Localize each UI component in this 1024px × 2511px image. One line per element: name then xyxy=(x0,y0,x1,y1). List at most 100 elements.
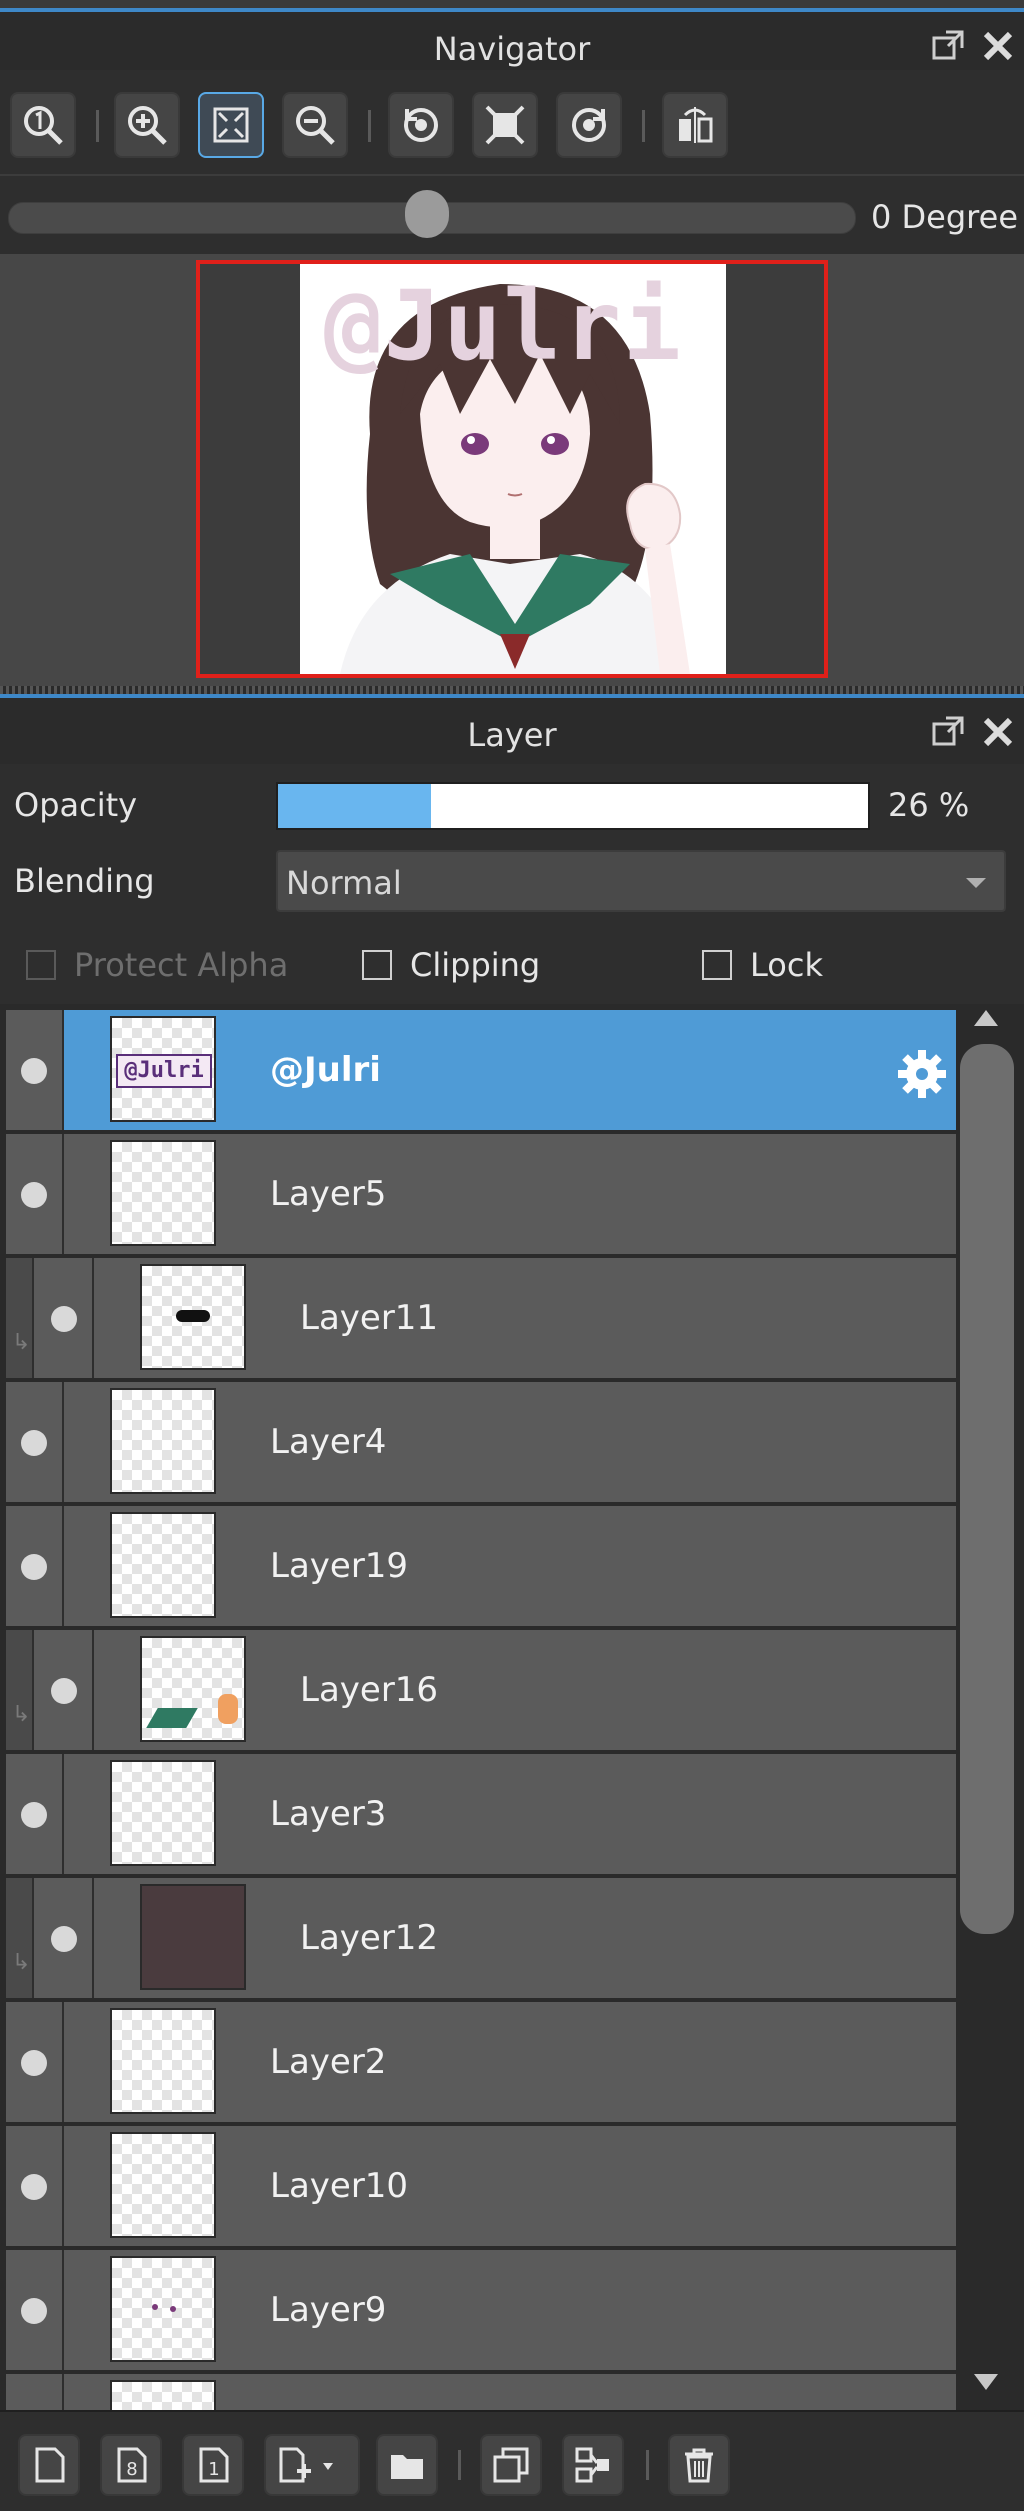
new-8bit-layer-button[interactable]: 8 xyxy=(100,2434,162,2496)
eye-icon xyxy=(51,1926,77,1952)
scroll-up-icon[interactable] xyxy=(974,1010,998,1026)
visibility-toggle[interactable] xyxy=(6,1382,64,1502)
opacity-slider[interactable] xyxy=(276,782,870,830)
scrollbar-thumb[interactable] xyxy=(960,1044,1014,1934)
toolbar-separator xyxy=(96,110,99,142)
lock-label: Lock xyxy=(750,946,823,984)
layer-row[interactable]: @Julri @Julri xyxy=(6,1010,956,1132)
layer-name: Layer16 xyxy=(300,1670,439,1710)
visibility-toggle[interactable] xyxy=(6,2374,64,2410)
blending-select[interactable]: Normal xyxy=(276,850,1006,912)
layer-row[interactable] xyxy=(6,2374,956,2410)
clip-arrow-icon: ↳ xyxy=(12,1950,31,1975)
delete-layer-button[interactable] xyxy=(668,2434,730,2496)
fit-screen-button[interactable] xyxy=(472,92,538,158)
visibility-toggle[interactable] xyxy=(6,2002,64,2122)
visibility-toggle[interactable] xyxy=(6,2250,64,2370)
visibility-toggle[interactable] xyxy=(6,1134,64,1254)
rotate-left-button[interactable] xyxy=(388,92,454,158)
duplicate-layer-button[interactable] xyxy=(480,2434,542,2496)
new-folder-button[interactable] xyxy=(376,2434,438,2496)
layer-name: Layer5 xyxy=(270,1174,387,1214)
visibility-toggle[interactable] xyxy=(6,1010,64,1130)
chevron-down-icon xyxy=(966,878,986,888)
layer-name: Layer10 xyxy=(270,2166,409,2206)
layer-name: Layer2 xyxy=(270,2042,387,2082)
visibility-toggle[interactable] xyxy=(6,1506,64,1626)
popout-icon[interactable] xyxy=(930,714,966,750)
eye-icon xyxy=(21,1802,47,1828)
eye-icon xyxy=(21,1182,47,1208)
zoom-out-button[interactable] xyxy=(282,92,348,158)
canvas-watermark: @Julri xyxy=(324,270,683,382)
new-layer-icon xyxy=(35,2447,65,2483)
layer-row[interactable]: Layer2 xyxy=(6,2002,956,2124)
zoom-in-button[interactable] xyxy=(114,92,180,158)
layer-scrollbar[interactable] xyxy=(958,1004,1024,2410)
layer-row[interactable]: Layer9 xyxy=(6,2250,956,2372)
popout-icon[interactable] xyxy=(930,28,966,64)
clipping-indicator: ↳ xyxy=(6,1878,34,1998)
visibility-toggle[interactable] xyxy=(36,1258,94,1378)
viewport-frame[interactable]: @Julri xyxy=(196,260,828,678)
layer-row[interactable]: Layer19 xyxy=(6,1506,956,1628)
new-1bit-layer-icon: 1 xyxy=(199,2447,229,2483)
svg-text:8: 8 xyxy=(126,2459,137,2480)
merge-down-button[interactable] xyxy=(562,2434,624,2496)
rotation-slider-handle[interactable] xyxy=(405,190,449,238)
rotate-left-icon xyxy=(404,108,438,142)
layer-thumbnail: @Julri xyxy=(110,1016,216,1122)
visibility-toggle[interactable] xyxy=(6,1754,64,1874)
protect-alpha-checkbox[interactable] xyxy=(26,950,56,980)
fit-screen-icon xyxy=(485,105,525,145)
canvas-thumbnail: @Julri xyxy=(300,264,726,674)
zoom-out-icon xyxy=(296,106,335,145)
opacity-label: Opacity xyxy=(14,786,138,824)
layer-row[interactable]: ↳ Layer11 xyxy=(6,1258,956,1380)
toolbar-separator xyxy=(642,110,645,142)
zoom-in-icon xyxy=(128,106,167,145)
visibility-toggle[interactable] xyxy=(36,1630,94,1750)
clipping-indicator: ↳ xyxy=(6,1258,34,1378)
rotate-right-button[interactable] xyxy=(556,92,622,158)
layer-thumbnail xyxy=(140,1884,246,1990)
panel-divider[interactable] xyxy=(0,686,1024,694)
scroll-down-icon[interactable] xyxy=(974,2374,998,2390)
layer-name: Layer11 xyxy=(300,1298,439,1338)
layer-row[interactable]: Layer3 xyxy=(6,1754,956,1876)
layer-thumb-mark xyxy=(218,1694,238,1724)
layer-thumbnail xyxy=(110,1760,216,1866)
svg-text:1: 1 xyxy=(208,2459,219,2480)
flip-horizontal-button[interactable] xyxy=(662,92,728,158)
clipping-label: Clipping xyxy=(410,946,541,984)
layer-row[interactable]: ↳ Layer16 xyxy=(6,1630,956,1752)
rotation-control: 0 Degree xyxy=(0,174,1024,256)
zoom-actual-size-button[interactable] xyxy=(10,92,76,158)
eye-icon xyxy=(51,1678,77,1704)
navigator-preview[interactable]: @Julri xyxy=(0,254,1024,692)
lock-checkbox[interactable] xyxy=(702,950,732,980)
blending-value: Normal xyxy=(286,864,402,902)
layer-name: Layer3 xyxy=(270,1794,387,1834)
visibility-toggle[interactable] xyxy=(36,1878,94,1998)
fit-to-window-button[interactable] xyxy=(198,92,264,158)
layer-name: Layer9 xyxy=(270,2290,387,2330)
clipping-checkbox[interactable] xyxy=(362,950,392,980)
close-icon[interactable] xyxy=(980,714,1016,750)
add-layer-menu-button[interactable] xyxy=(264,2434,360,2496)
layer-row[interactable]: Layer4 xyxy=(6,1382,956,1504)
layer-row[interactable]: ↳ Layer12 xyxy=(6,1878,956,2000)
layer-row[interactable]: Layer10 xyxy=(6,2126,956,2248)
eye-icon xyxy=(51,1306,77,1332)
eye-icon xyxy=(21,2050,47,2076)
new-1bit-layer-button[interactable]: 1 xyxy=(182,2434,244,2496)
toolbar-separator xyxy=(458,2450,461,2480)
eye-icon xyxy=(21,1058,47,1084)
visibility-toggle[interactable] xyxy=(6,2126,64,2246)
new-layer-button[interactable] xyxy=(18,2434,80,2496)
layer-row[interactable]: Layer5 xyxy=(6,1134,956,1256)
layer-name: Layer19 xyxy=(270,1546,409,1586)
gear-icon[interactable] xyxy=(894,1046,950,1102)
eye-icon xyxy=(21,2298,47,2324)
close-icon[interactable] xyxy=(980,28,1016,64)
